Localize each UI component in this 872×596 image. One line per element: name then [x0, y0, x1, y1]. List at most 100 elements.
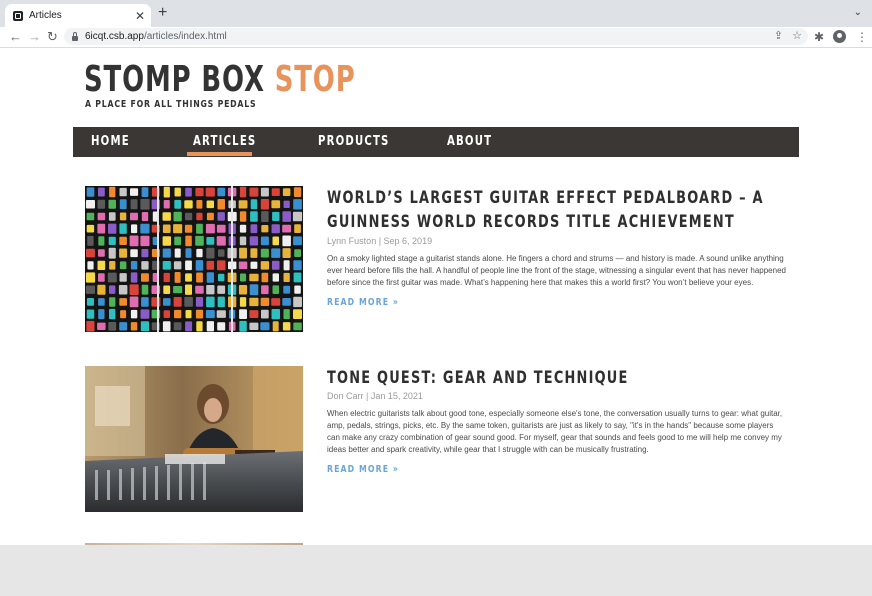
pedal-shape — [184, 200, 193, 209]
pedal-shape — [239, 247, 247, 259]
address-bar[interactable]: 6icqt.csb.app/articles/index.html ⇪ ☆ — [64, 28, 808, 45]
pedal-shape — [238, 200, 248, 209]
pedal-shape — [119, 261, 127, 270]
pedal-shape — [249, 273, 259, 282]
nav-item-home[interactable]: HOME — [91, 127, 130, 157]
site-logo[interactable]: STOMP BOX STOP — [84, 60, 356, 100]
pedal-shape — [86, 187, 95, 197]
pedal-shape — [163, 285, 171, 294]
pedal-shape — [86, 212, 95, 221]
pedal-shape — [217, 296, 225, 308]
pedal-shape — [130, 212, 138, 221]
pedal-shape — [140, 321, 150, 332]
pedal-shape — [98, 298, 105, 306]
pedal-shape — [271, 200, 281, 209]
pedal-shape — [173, 224, 183, 234]
pedal-shape — [119, 199, 127, 210]
pedal-shape — [98, 249, 105, 257]
pedal-shape — [119, 223, 127, 234]
tab-search-chevron-icon[interactable]: ⌄ — [854, 7, 862, 18]
pedal-shape — [185, 321, 193, 332]
nav-item-products[interactable]: PRODUCTS — [318, 127, 390, 157]
pedal-shape — [282, 235, 291, 247]
share-icon[interactable]: ⇪ — [774, 30, 783, 42]
browser-tab-articles[interactable]: Articles ✕ — [5, 4, 151, 27]
pedal-shape — [140, 198, 150, 210]
pedal-shape — [130, 261, 138, 270]
pedal-shape — [283, 200, 290, 208]
pedal-shape — [282, 188, 291, 196]
pedal-shape — [272, 273, 279, 282]
read-more-link[interactable]: READ MORE » — [327, 297, 399, 308]
pedal-shape — [162, 224, 171, 233]
studio-thumbnail[interactable] — [85, 366, 303, 512]
pedal-shape — [97, 322, 106, 330]
tab-title: Articles — [29, 10, 62, 21]
logo-main-text: STOMP BOX — [84, 59, 265, 100]
pedal-shape — [163, 298, 171, 306]
pedal-shape — [140, 223, 150, 234]
pedal-shape — [293, 260, 302, 271]
pedal-shape — [283, 285, 291, 294]
pedal-shape — [260, 248, 269, 258]
close-icon[interactable]: ✕ — [135, 10, 145, 22]
pedal-shape — [119, 273, 127, 282]
pedal-shape — [195, 297, 204, 307]
pedal-shape — [239, 320, 247, 332]
pedal-shape — [119, 212, 127, 221]
pedal-shape — [272, 236, 279, 246]
pedal-shape — [174, 248, 181, 258]
forward-arrow-icon[interactable]: → — [28, 28, 41, 46]
nav-item-about[interactable]: ABOUT — [447, 127, 492, 157]
read-more-link[interactable]: READ MORE » — [327, 464, 399, 475]
pedal-shape — [293, 199, 302, 210]
url-text: 6icqt.csb.app/articles/index.html — [85, 31, 227, 42]
pedalboard-thumbnail[interactable] — [85, 186, 303, 332]
pedal-shape — [293, 309, 302, 319]
pedal-shape — [174, 272, 181, 283]
pedal-shape — [141, 273, 149, 282]
pedal-shape — [196, 212, 203, 221]
profile-avatar-icon[interactable] — [833, 30, 846, 43]
bookmark-star-icon[interactable]: ☆ — [792, 30, 802, 42]
pedal-shape — [174, 199, 181, 209]
pedal-shape — [272, 285, 279, 294]
pedal-shape — [196, 321, 203, 332]
pedal-shape — [218, 273, 225, 282]
article-title[interactable]: WORLD’S LARGEST GUITAR EFFECT PEDALBOARD… — [327, 186, 791, 234]
pedal-shape — [240, 273, 247, 282]
main-navigation: HOME ARTICLES PRODUCTS ABOUT — [73, 127, 799, 157]
pedal-shape — [140, 235, 150, 247]
more-menu-icon[interactable]: ⋮ — [856, 28, 868, 46]
pedal-shape — [162, 321, 171, 332]
pedal-shape — [239, 297, 247, 307]
lock-icon[interactable] — [72, 31, 78, 41]
extensions-puzzle-icon[interactable]: ✱ — [814, 28, 824, 46]
pedal-shape — [163, 186, 170, 198]
article-excerpt: When electric guitarists talk about good… — [327, 409, 783, 454]
reload-icon[interactable]: ↻ — [47, 28, 58, 46]
pedal-shape — [108, 199, 116, 209]
pedal-shape — [195, 285, 204, 294]
next-article-thumbnail[interactable] — [85, 543, 303, 545]
pedal-shape — [293, 322, 302, 331]
pedal-shape — [206, 321, 214, 332]
pedal-shape — [216, 224, 226, 233]
pedalboard-rail — [231, 186, 233, 332]
pedal-shape — [271, 248, 281, 258]
article-title[interactable]: TONE QUEST: GEAR AND TECHNIQUE — [327, 366, 791, 390]
pedal-shape — [293, 272, 302, 283]
article-card: WORLD’S LARGEST GUITAR EFFECT PEDALBOARD… — [85, 186, 786, 336]
pedal-shape — [250, 199, 258, 210]
back-arrow-icon[interactable]: ← — [9, 28, 22, 46]
pedal-shape — [195, 235, 204, 246]
pedal-shape — [184, 296, 193, 307]
pedal-shape — [185, 187, 192, 197]
pedal-shape — [249, 310, 259, 318]
pedal-shape — [206, 237, 215, 245]
pedal-shape — [205, 187, 215, 197]
new-tab-plus-icon[interactable]: + — [158, 5, 167, 21]
pedal-shape — [217, 285, 226, 294]
url-path: /articles/index.html — [143, 31, 227, 42]
pedal-shape — [130, 199, 138, 210]
